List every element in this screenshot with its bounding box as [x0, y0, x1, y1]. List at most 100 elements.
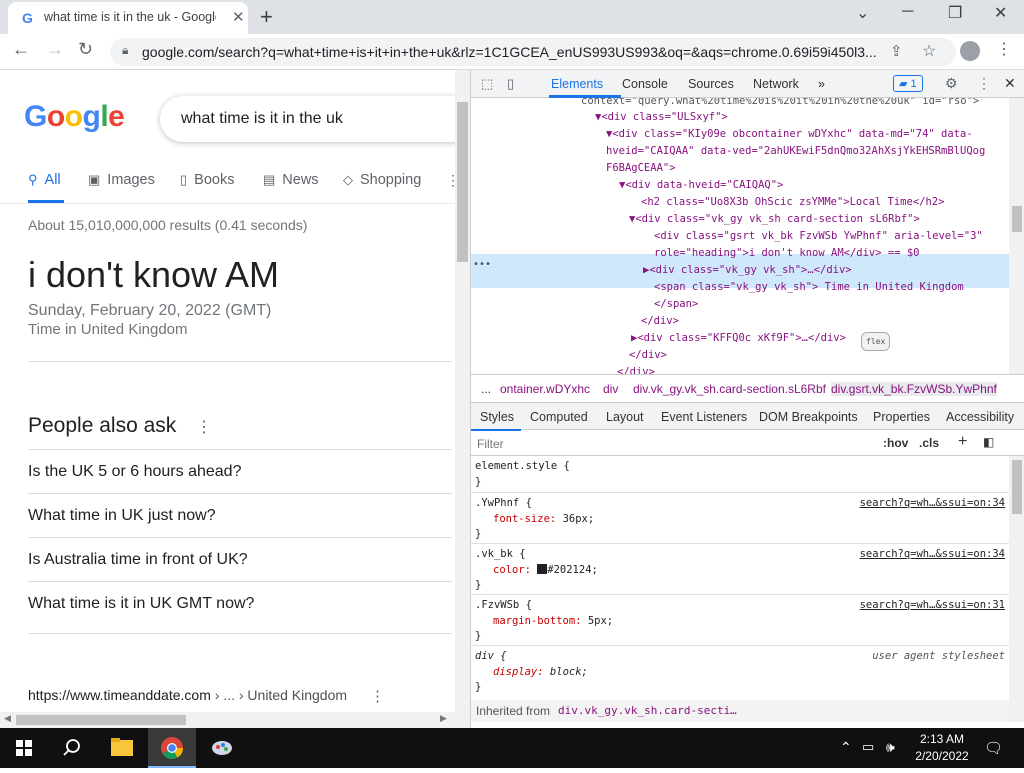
filter-input[interactable]: Filter	[477, 437, 504, 451]
dom-line[interactable]: ▼<div class="vk_gy vk_sh card-section sL…	[629, 211, 920, 228]
close-devtools-icon[interactable]: ✕	[1004, 75, 1016, 92]
reload-icon[interactable]: ↻	[78, 39, 93, 60]
profile-avatar[interactable]	[960, 41, 980, 61]
start-button[interactable]	[0, 728, 48, 768]
dom-line[interactable]: ▼<div class="ULSxyf">	[595, 109, 728, 126]
google-logo[interactable]: Google	[24, 100, 125, 134]
search-box[interactable]: what time is it in the uk	[160, 96, 455, 142]
restore-icon[interactable]: ❐	[948, 3, 962, 23]
scrollbar-thumb[interactable]	[16, 715, 186, 725]
breadcrumb-item[interactable]: ontainer.wDYxhc	[500, 382, 590, 396]
tab-news[interactable]: ▤ News	[263, 172, 319, 188]
tab-all[interactable]: ⚲ All	[28, 172, 61, 188]
question-item[interactable]: What time is it in UK GMT now?	[28, 595, 254, 613]
dom-line[interactable]: </div>	[641, 313, 679, 330]
search-button[interactable]	[48, 728, 96, 768]
back-icon[interactable]: ←	[12, 39, 30, 60]
node-actions-icon[interactable]: •••	[473, 256, 491, 273]
issues-badge[interactable]: ▰ 1	[893, 75, 923, 92]
scrollbar-thumb[interactable]	[1012, 460, 1022, 514]
volume-icon[interactable]: 🕪︎	[886, 739, 895, 756]
css-property[interactable]: color: #202124;	[493, 564, 598, 576]
class-toggle[interactable]: .cls	[919, 436, 939, 450]
address-bar[interactable]: 🔒︎ google.com/search?q=what+time+is+it+i…	[110, 38, 956, 66]
window-close-icon[interactable]: ✕	[994, 3, 1007, 23]
dom-line[interactable]: hveid="CAIQAA" data-ved="2ahUKEwiF5dnQmo…	[606, 143, 985, 160]
breadcrumb-item[interactable]: div.gsrt.vk_bk.FzvWSb.YwPhnf	[831, 382, 997, 396]
scrollbar-thumb[interactable]	[1012, 206, 1022, 232]
tab-computed[interactable]: Computed	[530, 410, 588, 424]
more-tabs-icon[interactable]: »	[818, 77, 825, 91]
flex-badge[interactable]: flex	[861, 332, 891, 351]
rule-selector[interactable]: .FzvWSb {	[475, 599, 532, 611]
styles-scrollbar[interactable]	[1009, 456, 1024, 722]
tab-styles[interactable]: Styles	[480, 410, 514, 424]
dom-line[interactable]: role="heading">i don't know AM</div> == …	[654, 245, 920, 262]
system-clock[interactable]: 2:13 AM 2/20/2022	[912, 731, 972, 765]
result-options-icon[interactable]: ⋮	[370, 687, 385, 705]
dom-line[interactable]: </div>	[629, 347, 667, 364]
rule-selector[interactable]: div {	[475, 650, 507, 662]
scroll-right-icon[interactable]: ▶	[440, 713, 447, 724]
dom-line[interactable]: ▶<div class="KFFQ0c xKf9F">…</div>	[631, 330, 846, 347]
chrome-taskbar-button[interactable]	[148, 728, 196, 768]
tab-images[interactable]: ▣ Images	[88, 172, 155, 188]
tab-books[interactable]: ▯ Books	[180, 172, 234, 188]
rule-selector[interactable]: .vk_bk {	[475, 548, 526, 560]
rule-source-link[interactable]: search?q=wh…&ssui=on:31	[860, 599, 1005, 611]
page-horizontal-scrollbar[interactable]: ◀ ▶	[0, 712, 470, 728]
rule-selector[interactable]: element.style {	[475, 460, 570, 472]
share-icon[interactable]: ⇪	[890, 42, 903, 60]
dom-line[interactable]: <div class="gsrt vk_bk FzvWSb YwPhnf" ar…	[654, 228, 983, 245]
bookmark-star-icon[interactable]: ☆	[922, 41, 936, 61]
tab-close-icon[interactable]: ✕	[232, 8, 245, 26]
tab-dom-breakpoints[interactable]: DOM Breakpoints	[759, 410, 858, 424]
dom-line[interactable]: ▼<div data-hveid="CAIQAQ">	[619, 177, 783, 194]
breadcrumb-item[interactable]: div	[603, 382, 618, 396]
dom-line[interactable]: <span class="vk_gy vk_sh"> Time in Unite…	[654, 279, 964, 296]
notifications-icon[interactable]: 🗨︎	[984, 739, 1003, 757]
dom-line[interactable]: </span>	[654, 296, 698, 313]
file-explorer-button[interactable]	[98, 728, 146, 768]
show-hidden-icons[interactable]: ⌃	[840, 739, 852, 756]
minimize-icon[interactable]: ─	[902, 3, 913, 21]
url-text[interactable]: google.com/search?q=what+time+is+it+in+t…	[142, 44, 882, 60]
network-icon[interactable]: ▭	[862, 739, 874, 755]
search-input[interactable]: what time is it in the uk	[181, 110, 343, 128]
scrollbar-thumb[interactable]	[457, 102, 468, 262]
tab-layout[interactable]: Layout	[606, 410, 644, 424]
question-item[interactable]: What time in UK just now?	[28, 507, 216, 525]
devtools-menu-icon[interactable]: ⋮	[977, 75, 991, 92]
dom-line[interactable]: </div>	[617, 364, 655, 374]
more-options-icon[interactable]: ⋮	[196, 417, 212, 437]
dom-scrollbar[interactable]	[1009, 98, 1024, 374]
rule-selector[interactable]: .YwPhnf {	[475, 497, 532, 509]
question-item[interactable]: Is Australia time in front of UK?	[28, 551, 248, 569]
tab-properties[interactable]: Properties	[873, 410, 930, 424]
tab-network[interactable]: Network	[753, 77, 799, 91]
hover-state-toggle[interactable]: :hov	[883, 436, 908, 450]
tab-shopping[interactable]: ◇ Shopping	[343, 172, 421, 188]
rule-source-link[interactable]: search?q=wh…&ssui=on:34	[860, 548, 1005, 560]
lock-icon[interactable]: 🔒︎	[122, 43, 128, 58]
dom-line[interactable]: ▼<div class="KIy09e obcontainer wDYxhc" …	[606, 126, 973, 143]
dom-line[interactable]: <h2 class="Uo8X3b OhScic zsYMMe">Local T…	[641, 194, 944, 211]
result-citation[interactable]: https://www.timeanddate.com › ... › Unit…	[28, 687, 347, 703]
settings-gear-icon[interactable]: ⚙	[945, 75, 958, 92]
tab-elements[interactable]: Elements	[551, 77, 603, 91]
tab-accessibility[interactable]: Accessibility	[946, 410, 1014, 424]
tab-sources[interactable]: Sources	[688, 77, 734, 91]
page-vertical-scrollbar[interactable]	[455, 70, 470, 712]
tab-search-icon[interactable]: ⌄	[856, 3, 869, 23]
toggle-sidebar-icon[interactable]: ◧	[983, 435, 994, 449]
color-swatch[interactable]	[537, 564, 548, 574]
tab-console[interactable]: Console	[622, 77, 668, 91]
scroll-left-icon[interactable]: ◀	[4, 713, 11, 724]
forward-icon[interactable]: →	[46, 39, 64, 60]
inherited-selector-link[interactable]: div.vk_gy.vk_sh.card-secti…	[558, 704, 737, 717]
tab-event-listeners[interactable]: Event Listeners	[661, 410, 747, 424]
new-rule-icon[interactable]: +	[958, 433, 967, 451]
rule-source-link[interactable]: search?q=wh…&ssui=on:34	[860, 497, 1005, 509]
inspect-element-icon[interactable]: ⬚	[481, 76, 493, 92]
css-property[interactable]: font-size: 36px;	[493, 513, 594, 525]
